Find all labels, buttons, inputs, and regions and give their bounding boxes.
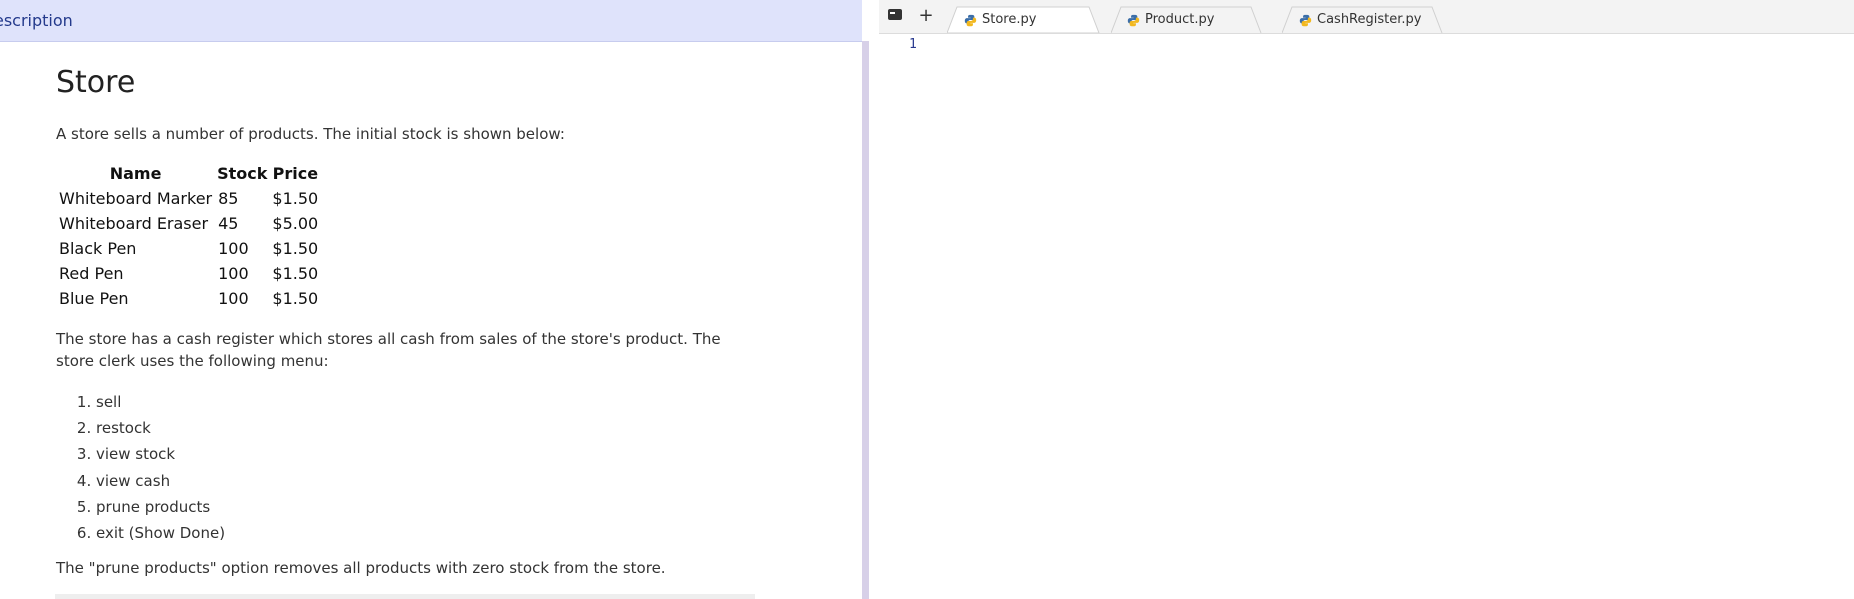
menu-list: sell restock view stock view cash prune … (56, 389, 225, 546)
column-header-name: Name (109, 164, 162, 183)
tab-label: Store.py (982, 12, 1037, 27)
description-content: Store A store sells a number of products… (56, 60, 756, 577)
table-header-row: Name Stock Price (56, 161, 321, 186)
code-editor[interactable] (929, 34, 1854, 599)
tab-store-py[interactable]: Store.py (947, 6, 1107, 33)
stock-table: Name Stock Price Whiteboard Marker 85 $1… (56, 161, 321, 311)
cell-name: Whiteboard Marker (59, 189, 213, 208)
description-panel: escription Store A store sells a number … (0, 0, 862, 599)
column-header-price: Price (272, 164, 319, 183)
table-row: Blue Pen 100 $1.50 (56, 286, 321, 311)
table-row: Whiteboard Eraser 45 $5.00 (56, 211, 321, 236)
cell-stock: 100 (218, 289, 249, 308)
python-icon (964, 14, 977, 27)
cell-stock: 85 (218, 189, 239, 208)
list-item: view stock (96, 441, 225, 467)
register-paragraph: The store has a cash register which stor… (56, 330, 721, 370)
cell-price: $1.50 (272, 239, 319, 258)
code-block-edge (55, 594, 755, 599)
editor-panel: + Store.py Product.py CashRegister.py 1 (879, 0, 1854, 599)
python-icon (1299, 14, 1312, 27)
prune-paragraph: The "prune products" option removes all … (56, 559, 666, 577)
tab-cashregister-py[interactable]: CashRegister.py (1282, 6, 1444, 33)
splitter-gap (869, 0, 879, 599)
table-row: Whiteboard Marker 85 $1.50 (56, 186, 321, 211)
add-tab-button[interactable]: + (916, 6, 936, 26)
line-number: 1 (909, 37, 917, 52)
column-header-stock: Stock (217, 164, 268, 183)
page-title: Store (56, 65, 136, 100)
python-icon (1127, 14, 1140, 27)
cell-stock: 45 (218, 214, 239, 233)
terminal-icon (888, 9, 902, 20)
terminal-button[interactable] (885, 6, 905, 26)
cell-price: $1.50 (272, 189, 319, 208)
cell-name: Red Pen (59, 264, 124, 283)
tab-label: CashRegister.py (1317, 12, 1422, 27)
cell-price: $1.50 (272, 289, 319, 308)
pane-splitter[interactable] (862, 41, 869, 599)
table-row: Black Pen 100 $1.50 (56, 236, 321, 261)
tab-bar: + Store.py Product.py CashRegister.py (879, 0, 1854, 34)
table-row: Red Pen 100 $1.50 (56, 261, 321, 286)
cell-stock: 100 (218, 239, 249, 258)
list-item: restock (96, 415, 225, 441)
cell-price: $1.50 (272, 264, 319, 283)
description-header-label: escription (0, 11, 73, 30)
cell-name: Whiteboard Eraser (59, 214, 209, 233)
list-item: sell (96, 389, 225, 415)
description-header[interactable]: escription (0, 0, 862, 42)
list-item: exit (Show Done) (96, 520, 225, 546)
intro-paragraph: A store sells a number of products. The … (56, 125, 565, 143)
cell-stock: 100 (218, 264, 249, 283)
list-item: prune products (96, 494, 225, 520)
cell-price: $5.00 (272, 214, 319, 233)
cell-name: Blue Pen (59, 289, 129, 308)
line-gutter (879, 34, 929, 599)
cell-name: Black Pen (59, 239, 137, 258)
tab-product-py[interactable]: Product.py (1111, 6, 1263, 33)
tab-label: Product.py (1145, 12, 1215, 27)
list-item: view cash (96, 468, 225, 494)
